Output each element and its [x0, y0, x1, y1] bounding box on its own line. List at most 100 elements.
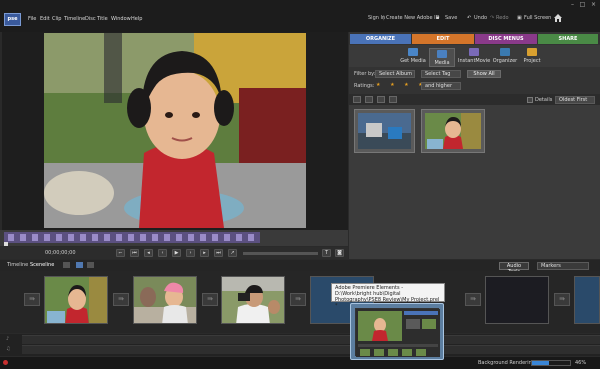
- rendering-progress: [531, 360, 571, 366]
- error-icon[interactable]: [3, 360, 8, 365]
- media-thumbnail: [358, 113, 411, 149]
- view-list-icon[interactable]: [365, 96, 373, 103]
- narration-track[interactable]: [22, 335, 600, 344]
- save-button[interactable]: Save: [445, 15, 457, 21]
- maximize-icon[interactable]: □: [578, 2, 587, 9]
- scene-clip[interactable]: [221, 276, 285, 324]
- menu-timeline[interactable]: Timeline: [64, 16, 85, 22]
- media-card[interactable]: [421, 109, 485, 153]
- organizer-button[interactable]: Organizer: [492, 48, 518, 64]
- zoom-icon[interactable]: [63, 262, 70, 268]
- menu-title[interactable]: Title: [97, 16, 108, 22]
- undo-button[interactable]: Undo: [474, 15, 487, 21]
- get-media-icon: [408, 48, 418, 56]
- rendering-progress-fill: [532, 361, 550, 365]
- soundtrack-icon: ♫: [6, 346, 11, 352]
- album-select[interactable]: Select Album: [375, 70, 415, 78]
- narration-icon: ♪: [6, 336, 10, 342]
- filter-by-label: Filter by:: [354, 71, 376, 77]
- media-button[interactable]: Media: [429, 48, 455, 67]
- step-back-icon[interactable]: ⏮: [130, 249, 139, 257]
- tab-edit[interactable]: EDIT: [412, 34, 474, 44]
- view-folder-icon[interactable]: [389, 96, 397, 103]
- menu-file[interactable]: File: [28, 16, 36, 22]
- marker-icon[interactable]: [76, 262, 83, 268]
- tab-timeline[interactable]: Timeline: [7, 262, 28, 268]
- soundtrack-track[interactable]: [22, 345, 600, 354]
- transition-slot[interactable]: ⇛: [554, 293, 570, 306]
- minimize-icon[interactable]: –: [568, 2, 577, 9]
- forward-icon[interactable]: ▸: [200, 249, 209, 257]
- get-media-label: Get Media: [400, 58, 426, 64]
- organizer-icon: [500, 48, 510, 56]
- scene-clip[interactable]: [133, 276, 197, 324]
- menu-help[interactable]: Help: [131, 16, 142, 22]
- menu-window[interactable]: Window: [111, 16, 131, 22]
- redo-icon: ↷: [490, 15, 495, 21]
- project-button[interactable]: Project: [519, 48, 545, 64]
- scrubber-timeline[interactable]: [4, 232, 260, 243]
- camera-icon[interactable]: ◙: [335, 249, 344, 257]
- home-icon[interactable]: [553, 13, 563, 23]
- show-all-button[interactable]: Show All: [467, 70, 501, 78]
- tab-sceneline[interactable]: Sceneline: [30, 262, 54, 268]
- get-media-button[interactable]: Get Media: [400, 48, 426, 64]
- transition-slot[interactable]: ⇛: [202, 293, 218, 306]
- volume-slider[interactable]: [243, 252, 318, 255]
- fullscreen-icon: ▣: [517, 15, 522, 21]
- scene-clip[interactable]: [574, 276, 600, 324]
- speed-icon[interactable]: ↗: [228, 249, 237, 257]
- details-label: Details: [535, 97, 553, 103]
- next-frame-icon[interactable]: ›: [186, 249, 195, 257]
- app-logo: pse: [4, 13, 21, 26]
- playhead-marker[interactable]: [4, 242, 8, 246]
- taskbar-preview-thumbnail: [355, 308, 440, 357]
- play-icon[interactable]: ▶: [172, 249, 181, 257]
- transition-slot[interactable]: ⇛: [465, 293, 481, 306]
- render-icon[interactable]: [87, 262, 94, 268]
- menu-disc[interactable]: Disc: [85, 16, 96, 22]
- details-checkbox[interactable]: [527, 97, 533, 103]
- split-icon[interactable]: ⌐: [116, 249, 125, 257]
- organizer-label: Organizer: [492, 58, 518, 64]
- media-label: Media: [434, 60, 450, 66]
- prev-frame-icon[interactable]: ‹: [158, 249, 167, 257]
- project-icon: [527, 48, 537, 56]
- instantmovie-label: InstantMovie: [458, 58, 491, 64]
- media-icon: [437, 50, 447, 58]
- menu-clip[interactable]: Clip: [52, 16, 61, 22]
- view-thumbnails-icon[interactable]: [353, 96, 361, 103]
- scene-clip[interactable]: [44, 276, 108, 324]
- tab-share[interactable]: SHARE: [538, 34, 598, 44]
- window-tooltip: Adobe Premiere Elements - D:\Work\bright…: [331, 283, 445, 309]
- separator: |: [383, 15, 385, 21]
- sort-select[interactable]: Oldest First: [555, 96, 595, 104]
- rendering-percent: 46%: [575, 360, 587, 366]
- video-frame-image: [44, 33, 306, 228]
- text-icon[interactable]: T: [322, 249, 331, 257]
- instantmovie-button[interactable]: InstantMovie: [458, 48, 490, 64]
- transition-slot[interactable]: ⇛: [290, 293, 306, 306]
- scene-clip[interactable]: [485, 276, 549, 324]
- rewind-icon[interactable]: ◂: [144, 249, 153, 257]
- tab-organize[interactable]: ORGANIZE: [350, 34, 411, 44]
- markers-select[interactable]: Markers: [537, 262, 589, 270]
- fullscreen-button[interactable]: Full Screen: [524, 15, 551, 21]
- transition-slot[interactable]: ⇛: [113, 293, 129, 306]
- redo-button[interactable]: Redo: [496, 15, 509, 21]
- close-icon[interactable]: ×: [589, 2, 598, 9]
- ratings-label: Ratings:: [354, 83, 375, 89]
- create-id-link[interactable]: Create New Adobe ID: [386, 15, 439, 21]
- tag-select[interactable]: Select Tag: [421, 70, 461, 78]
- tab-disc-menus[interactable]: DISC MENUS: [475, 34, 537, 44]
- menu-edit[interactable]: Edit: [40, 16, 50, 22]
- view-media-type-icon[interactable]: [377, 96, 385, 103]
- audio-tools-button[interactable]: Audio Tools: [499, 262, 529, 275]
- transition-slot[interactable]: ⇛: [24, 293, 40, 306]
- step-forward-icon[interactable]: ⏭: [214, 249, 223, 257]
- timecode-display[interactable]: 00;00;00;00: [45, 250, 76, 256]
- rating-mode-select[interactable]: and higher: [421, 82, 461, 90]
- video-preview: [44, 33, 306, 228]
- media-thumbnail: [425, 113, 481, 149]
- media-card[interactable]: [354, 109, 415, 153]
